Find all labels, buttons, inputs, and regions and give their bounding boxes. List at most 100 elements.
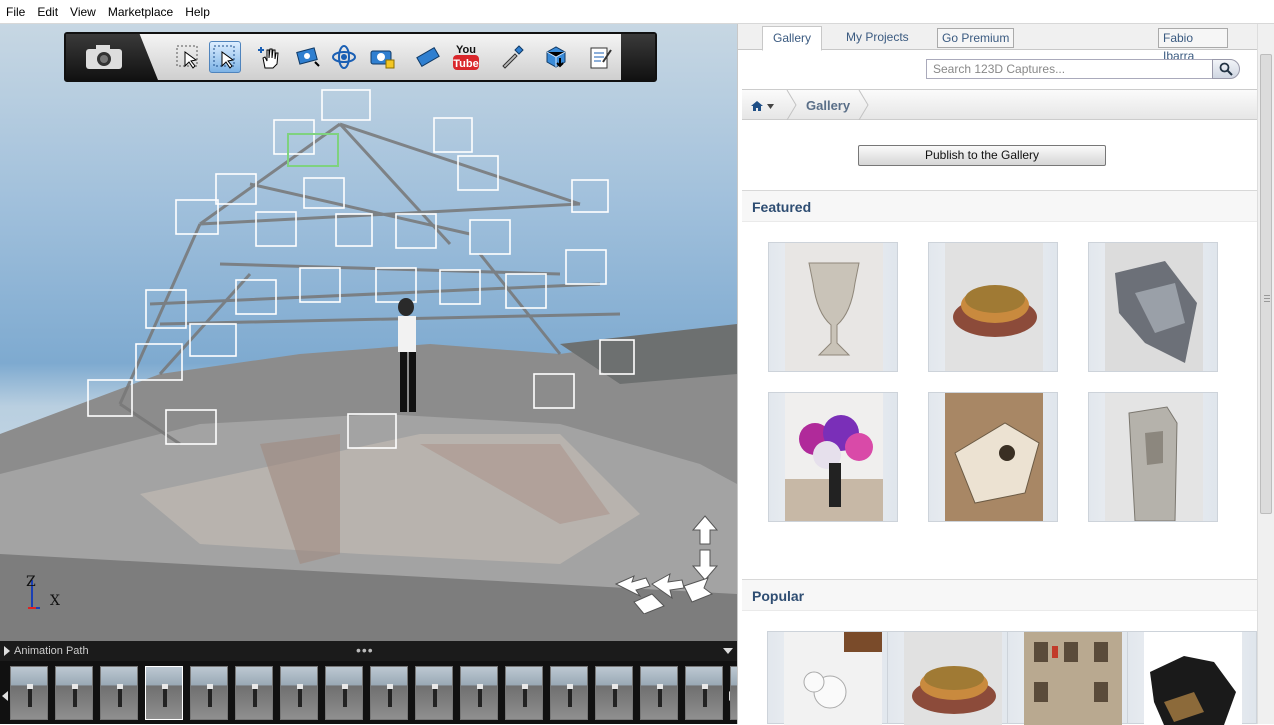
gallery-card-quiche-popular[interactable] xyxy=(887,631,1017,725)
breadcrumb-separator xyxy=(858,90,869,120)
filmstrip-frame[interactable] xyxy=(550,666,588,720)
camera-move-icon[interactable] xyxy=(292,41,324,73)
menu-bar: File Edit View Marketplace Help xyxy=(0,0,1274,24)
home-menu-button[interactable] xyxy=(750,97,786,115)
frame-person-figure xyxy=(162,684,168,707)
main-toolbar: You Tube xyxy=(64,32,657,82)
breadcrumb-separator xyxy=(786,90,797,120)
frame-person-figure xyxy=(567,684,573,707)
filmstrip-frame[interactable] xyxy=(145,666,183,720)
home-icon xyxy=(751,101,763,111)
frame-person-figure xyxy=(117,684,123,707)
tab-gallery[interactable]: Gallery xyxy=(762,26,823,51)
gallery-card-quiche[interactable] xyxy=(928,242,1058,372)
frame-person-figure xyxy=(522,684,528,707)
frame-person-figure xyxy=(612,684,618,707)
filmstrip-frame[interactable] xyxy=(100,666,138,720)
filmstrip-frame[interactable] xyxy=(505,666,543,720)
animation-path-header[interactable]: Animation Path ••• xyxy=(0,641,737,661)
camera-lock-icon[interactable] xyxy=(366,41,398,73)
eyedropper-icon[interactable] xyxy=(496,41,528,73)
gallery-card-metal-object[interactable] xyxy=(1088,242,1218,372)
frame-person-figure xyxy=(72,684,78,707)
capture-camera-icon[interactable] xyxy=(66,34,158,80)
filmstrip-frame[interactable] xyxy=(370,666,408,720)
expand-triangle-icon[interactable] xyxy=(4,646,10,656)
toolbar-end-cap xyxy=(621,34,655,80)
scrollbar-thumb[interactable] xyxy=(1260,54,1272,514)
select-active-icon[interactable] xyxy=(209,41,241,73)
menu-edit[interactable]: Edit xyxy=(31,0,64,24)
person-figure xyxy=(398,298,416,412)
3d-viewport[interactable]: You Tube Z X xyxy=(0,24,737,641)
filmstrip-frame[interactable] xyxy=(730,666,737,720)
animation-filmstrip xyxy=(0,661,737,724)
axis-z-label: Z xyxy=(26,574,36,590)
popular-title: Popular xyxy=(752,588,805,604)
menu-file[interactable]: File xyxy=(0,0,31,24)
axis-x-label: X xyxy=(50,593,60,609)
film-icon[interactable] xyxy=(412,41,444,73)
gallery-card-black-animal[interactable] xyxy=(1127,631,1257,725)
frame-person-figure xyxy=(297,684,303,707)
panel-scrollbar[interactable] xyxy=(1257,24,1274,724)
resize-grip-icon[interactable]: ••• xyxy=(356,641,374,659)
filmstrip-frame[interactable] xyxy=(190,666,228,720)
frame-person-figure xyxy=(702,684,708,707)
orbit-icon[interactable] xyxy=(328,41,360,73)
filmstrip-frame[interactable] xyxy=(460,666,498,720)
cube-download-icon[interactable] xyxy=(540,41,572,73)
gallery-card-toy-figure[interactable] xyxy=(767,631,897,725)
frame-person-figure xyxy=(207,684,213,707)
frame-person-figure xyxy=(387,684,393,707)
strip-prev-icon[interactable] xyxy=(2,691,8,701)
gallery-card-flower-bouquet[interactable] xyxy=(768,392,898,522)
filmstrip-frame[interactable] xyxy=(595,666,633,720)
chevron-down-icon[interactable] xyxy=(723,648,733,654)
search-icon xyxy=(1219,62,1233,76)
filmstrip-frame[interactable] xyxy=(325,666,363,720)
frame-person-figure xyxy=(477,684,483,707)
axis-indicator: Z X xyxy=(22,574,82,616)
gallery-panel: Gallery My Projects Go Premium Fabio Iba… xyxy=(737,24,1274,725)
user-account-tab[interactable]: Fabio Ibarra xyxy=(1158,28,1228,63)
menu-marketplace[interactable]: Marketplace xyxy=(102,0,179,24)
tab-go-premium[interactable]: Go Premium xyxy=(937,28,1015,48)
hand-add-icon[interactable] xyxy=(254,41,286,73)
search-button[interactable] xyxy=(1212,59,1240,79)
filmstrip-frame[interactable] xyxy=(685,666,723,720)
frame-person-figure xyxy=(342,684,348,707)
gallery-card-building-facade[interactable] xyxy=(1007,631,1137,725)
youtube-icon[interactable]: You Tube xyxy=(450,41,482,73)
search-input[interactable]: Search 123D Captures... xyxy=(926,59,1214,79)
featured-section-header: Featured xyxy=(742,190,1258,222)
featured-title: Featured xyxy=(752,199,812,215)
menu-view[interactable]: View xyxy=(64,0,102,24)
frame-person-figure xyxy=(432,684,438,707)
filmstrip-frame[interactable] xyxy=(235,666,273,720)
filmstrip-frame[interactable] xyxy=(415,666,453,720)
tab-my-projects[interactable]: My Projects xyxy=(836,26,919,50)
svg-text:Tube: Tube xyxy=(453,58,478,70)
frame-person-figure xyxy=(657,684,663,707)
menu-help[interactable]: Help xyxy=(179,0,216,24)
chevron-down-icon xyxy=(767,103,774,109)
breadcrumb: Gallery xyxy=(742,89,1258,120)
navigation-arrows-icon[interactable] xyxy=(612,514,722,614)
publish-to-gallery-button[interactable]: Publish to the Gallery xyxy=(858,145,1106,166)
filmstrip-frame[interactable] xyxy=(10,666,48,720)
select-icon[interactable] xyxy=(172,41,204,73)
frame-person-figure xyxy=(27,684,33,707)
frame-person-figure xyxy=(252,684,258,707)
breadcrumb-gallery[interactable]: Gallery xyxy=(806,98,850,113)
gallery-card-urn[interactable] xyxy=(768,242,898,372)
gallery-card-stone-monument[interactable] xyxy=(1088,392,1218,522)
gallery-card-animal-skull[interactable] xyxy=(928,392,1058,522)
svg-text:You: You xyxy=(456,44,476,56)
filmstrip-frame[interactable] xyxy=(55,666,93,720)
panel-tabs: Gallery My Projects Go Premium Fabio Iba… xyxy=(738,24,1258,63)
filmstrip-frame[interactable] xyxy=(640,666,678,720)
filmstrip-frame[interactable] xyxy=(280,666,318,720)
notes-icon[interactable] xyxy=(584,41,616,73)
animation-path-title: Animation Path xyxy=(14,645,89,657)
